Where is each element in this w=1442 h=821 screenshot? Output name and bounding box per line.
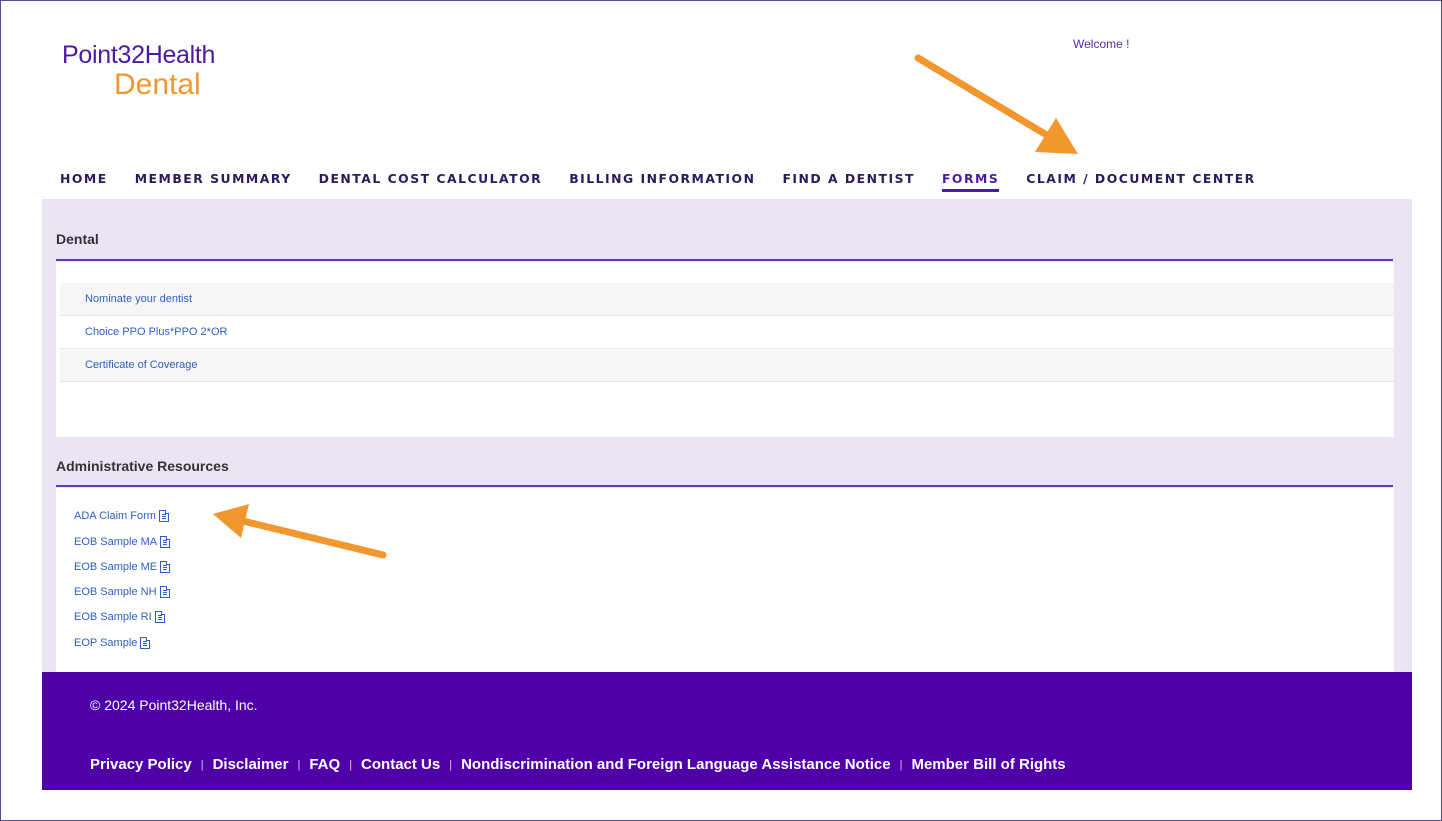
footer-separator: | xyxy=(449,758,453,771)
nav-member-summary[interactable]: MEMBER SUMMARY xyxy=(135,171,292,186)
footer-copyright: © 2024 Point32Health, Inc. xyxy=(90,697,258,713)
main-nav: HOME MEMBER SUMMARY DENTAL COST CALCULAT… xyxy=(60,168,1256,192)
link-label: EOB Sample NH xyxy=(74,586,157,598)
nav-forms[interactable]: FORMS xyxy=(941,171,1000,192)
admin-link-eop-sample[interactable]: EOP Sample xyxy=(74,637,151,649)
footer-link-disclaimer[interactable]: Disclaimer xyxy=(213,756,289,773)
pdf-icon xyxy=(154,611,165,623)
section-title-admin: Administrative Resources xyxy=(56,458,229,474)
welcome-text: Welcome ! xyxy=(1073,37,1130,51)
nav-home[interactable]: HOME xyxy=(60,171,108,186)
admin-link-eob-sample-nh[interactable]: EOB Sample NH xyxy=(74,586,170,598)
pdf-icon xyxy=(140,637,151,649)
dental-link-choice-ppo[interactable]: Choice PPO Plus*PPO 2*OR xyxy=(60,316,1394,349)
annotation-arrow-icon xyxy=(914,54,1078,154)
link-label: EOB Sample ME xyxy=(74,561,158,573)
logo-name-top: Point32Health xyxy=(62,41,216,69)
nav-find-a-dentist[interactable]: FIND A DENTIST xyxy=(782,171,915,186)
nav-dental-cost-calculator[interactable]: DENTAL COST CALCULATOR xyxy=(319,171,543,186)
section-title-dental: Dental xyxy=(56,231,99,247)
footer-separator: | xyxy=(899,758,903,771)
admin-link-eob-sample-ri[interactable]: EOB Sample RI xyxy=(74,611,165,623)
footer-separator: | xyxy=(297,758,301,771)
admin-link-ada-claim-form[interactable]: ADA Claim Form xyxy=(74,510,169,522)
pdf-icon xyxy=(160,536,171,548)
footer-link-faq[interactable]: FAQ xyxy=(309,756,340,773)
footer-link-contact-us[interactable]: Contact Us xyxy=(361,756,440,773)
link-label: EOB Sample RI xyxy=(74,611,152,623)
link-label: EOP Sample xyxy=(74,637,138,649)
link-label: EOB Sample MA xyxy=(74,536,158,548)
footer-link-privacy-policy[interactable]: Privacy Policy xyxy=(90,756,192,773)
nav-billing-information[interactable]: BILLING INFORMATION xyxy=(569,171,755,186)
footer-separator: | xyxy=(349,758,353,771)
admin-link-eob-sample-ma[interactable]: EOB Sample MA xyxy=(74,536,171,548)
footer-separator: | xyxy=(200,758,204,771)
dental-link-nominate-dentist[interactable]: Nominate your dentist xyxy=(60,283,1394,316)
brand-logo[interactable]: Point32Health Dental xyxy=(62,42,215,101)
logo-name-bottom: Dental xyxy=(114,68,201,101)
nav-claim-document-center[interactable]: CLAIM / DOCUMENT CENTER xyxy=(1026,171,1255,186)
annotation-arrow-icon xyxy=(213,504,387,559)
footer-link-nondiscrimination-notice[interactable]: Nondiscrimination and Foreign Language A… xyxy=(461,756,891,773)
admin-link-eob-sample-me[interactable]: EOB Sample ME xyxy=(74,561,171,573)
pdf-icon xyxy=(160,561,171,573)
footer-link-member-bill-of-rights[interactable]: Member Bill of Rights xyxy=(911,756,1065,773)
section-divider xyxy=(56,485,1393,487)
footer-links: Privacy Policy | Disclaimer | FAQ | Cont… xyxy=(90,756,1066,773)
section-divider xyxy=(56,259,1393,261)
dental-link-certificate-of-coverage[interactable]: Certificate of Coverage xyxy=(60,349,1394,382)
link-label: ADA Claim Form xyxy=(74,510,156,522)
pdf-icon xyxy=(159,586,170,598)
pdf-icon xyxy=(158,510,169,522)
